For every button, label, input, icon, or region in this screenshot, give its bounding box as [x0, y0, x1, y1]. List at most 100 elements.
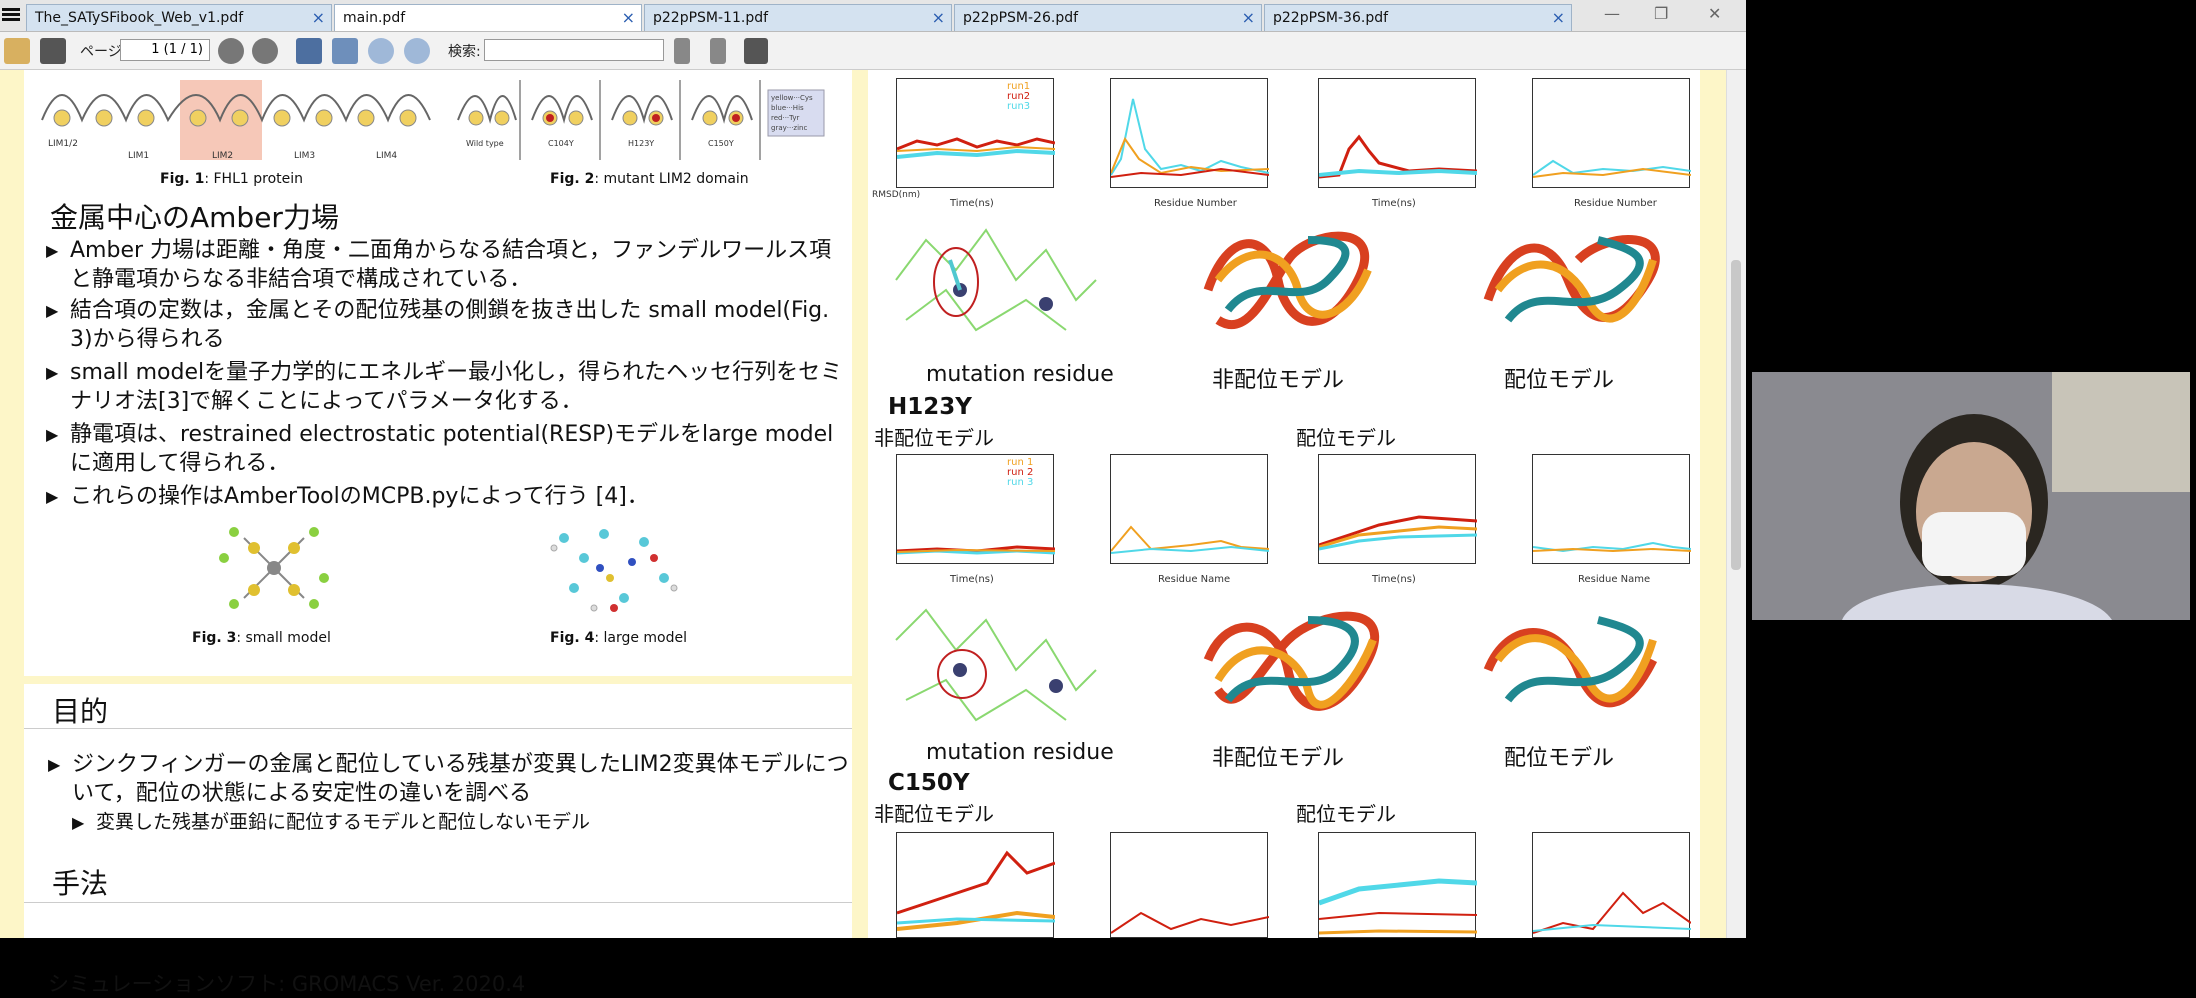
coord-model-structure	[1483, 616, 1658, 708]
residue-axis-label: Residue Number	[1574, 198, 1657, 209]
section-c150y: C150Y	[888, 770, 970, 796]
mutation-residue-structure	[895, 228, 1097, 332]
struct-label: mutation residue	[926, 362, 1114, 387]
left-panel-method: 手法 シミュレーションソフト: GROMACS Ver. 2020.4	[24, 842, 852, 996]
coord-heading: 配位モデル	[1296, 426, 1396, 450]
rmsf-plot	[1110, 78, 1270, 188]
fig2-image: Wild type C104Y H123Y C150Y yellow···Cys…	[457, 80, 825, 160]
rmsd-plot	[896, 832, 1056, 938]
section-title-method: 手法	[52, 867, 109, 900]
bullet-item: small modelを量子力学的にエネルギー最小化し，得られたヘッセ行列をセミ…	[46, 358, 848, 416]
fig1-label: LIM1	[128, 151, 149, 161]
legend-run3: run3	[1007, 101, 1031, 112]
bullet-item: ジンクフィンガーの金属と配位している残基が変異したLIM2変異体モデルについて，…	[48, 750, 852, 808]
fig2-caption: Fig. 2: mutant LIM2 domain	[550, 171, 749, 187]
text-options-icon[interactable]	[744, 38, 768, 64]
rmsd-plot	[1318, 78, 1478, 188]
tab-label: p22pPSM-26.pdf	[963, 10, 1079, 26]
close-window-button[interactable]: ✕	[1708, 4, 1721, 23]
print-icon[interactable]	[40, 38, 66, 64]
fig3-small-model-image	[219, 527, 329, 609]
bullet-item: これらの操作はAmberToolのMCPB.pyによって行う [4]．	[46, 482, 848, 511]
restore-button[interactable]: ❐	[1654, 4, 1668, 23]
tab-psm-11[interactable]: p22pPSM-11.pdf ×	[644, 4, 952, 31]
fig2-label: C104Y	[548, 139, 574, 148]
fig1-caption: Fig. 1: FHL1 protein	[160, 171, 303, 187]
close-icon[interactable]: ×	[1552, 8, 1565, 27]
close-icon[interactable]: ×	[1242, 8, 1255, 27]
bullet-item: 結合項の定数は，金属とその配位残基の側鎖を抜き出した small model(F…	[46, 296, 848, 354]
open-file-icon[interactable]	[4, 38, 30, 64]
page-number-input[interactable]: 1 (1 / 1)	[120, 39, 210, 61]
toolbar: ページ: 1 (1 / 1) 検索:	[0, 32, 1746, 70]
bullet-item: Amber 力場は距離・角度・二面角からなる結合項と，ファンデルワールス項と静電…	[46, 236, 848, 294]
search-input[interactable]	[484, 39, 664, 61]
fig1-label: LIM3	[294, 151, 315, 161]
rmsd-plot: run 1 run 2 run 3	[896, 454, 1056, 564]
document-view[interactable]: LIM1/2 LIM1 LIM2 LIM3 LIM4 Wild type C10…	[0, 70, 1726, 996]
fig2-label: Wild type	[466, 139, 504, 148]
close-icon[interactable]: ×	[622, 8, 635, 27]
bullet-item: 静電項は、restrained electrostatic potential(…	[46, 420, 848, 478]
search-prev-icon[interactable]	[674, 38, 690, 64]
fit-page-icon[interactable]	[296, 38, 322, 64]
rmsd-plot: run1 run2 run3	[896, 78, 1056, 188]
fig4-caption: Fig. 4: large model	[550, 630, 688, 646]
close-icon[interactable]: ×	[932, 8, 945, 27]
coord-model-structure	[1483, 235, 1660, 323]
right-panel-results: mutation residue 非配位モデル 配位モデル H123Y 非配位モ…	[868, 70, 1700, 938]
struct-label: 配位モデル	[1504, 368, 1615, 393]
time-axis-label: Time(ns)	[950, 198, 994, 209]
struct-label: 非配位モデル	[1212, 368, 1345, 393]
section-title-purpose: 目的	[52, 695, 109, 728]
noncoord-model-structure	[1203, 611, 1380, 711]
rmsd-plot	[1318, 454, 1478, 564]
zoom-out-icon[interactable]	[368, 38, 394, 64]
rmsf-plot	[1110, 454, 1270, 564]
rmsd-plot	[1318, 832, 1478, 938]
residue-axis-label: Residue Number	[1154, 198, 1237, 209]
minimize-button[interactable]: —	[1604, 4, 1620, 23]
struct-label: 非配位モデル	[1212, 746, 1345, 771]
section-h123y: H123Y	[888, 394, 972, 420]
rmsf-plot	[1110, 832, 1270, 938]
search-label: 検索:	[448, 44, 481, 60]
scrollbar-thumb[interactable]	[1731, 260, 1741, 570]
method-text: シミュレーションソフト: GROMACS Ver. 2020.4	[48, 972, 526, 996]
fig2-label: H123Y	[628, 139, 654, 148]
rmsf-plot	[1532, 78, 1692, 188]
tab-main[interactable]: main.pdf ×	[334, 4, 642, 31]
coord-heading: 配位モデル	[1296, 802, 1396, 826]
webcam-video-tile	[1752, 372, 2190, 620]
tab-psm-36[interactable]: p22pPSM-36.pdf ×	[1264, 4, 1572, 31]
fig2-label: C150Y	[708, 139, 734, 148]
time-axis-label: Time(ns)	[1372, 198, 1416, 209]
fig4-large-model-image	[550, 529, 678, 612]
menu-icon[interactable]	[2, 6, 20, 24]
tab-psm-26[interactable]: p22pPSM-26.pdf ×	[954, 4, 1262, 31]
close-icon[interactable]: ×	[312, 8, 325, 27]
fig2-legend-item: blue···His	[771, 104, 804, 112]
prev-page-icon[interactable]	[218, 38, 244, 64]
tab-label: p22pPSM-36.pdf	[1273, 10, 1389, 26]
struct-label: 配位モデル	[1504, 746, 1615, 771]
next-page-icon[interactable]	[252, 38, 278, 64]
tab-label: p22pPSM-11.pdf	[653, 10, 769, 26]
rmsd-axis-label: RMSD(nm)	[872, 190, 921, 200]
fit-width-icon[interactable]	[332, 38, 358, 64]
fig1-label: LIM1/2	[48, 139, 78, 149]
time-axis-label: Time(ns)	[950, 574, 994, 585]
vertical-scrollbar[interactable]	[1726, 70, 1746, 938]
fig1-image: LIM1/2 LIM1 LIM2 LIM3 LIM4	[41, 80, 431, 161]
noncoord-model-structure	[1203, 231, 1372, 330]
fig2-legend-item: yellow···Cys	[771, 94, 813, 102]
rmsf-plot	[1532, 832, 1692, 938]
tab-satysfibook[interactable]: The_SATySFibook_Web_v1.pdf ×	[26, 4, 332, 31]
zoom-in-icon[interactable]	[404, 38, 430, 64]
residue-axis-label: Residue Name	[1578, 574, 1651, 585]
noncoord-heading: 非配位モデル	[874, 802, 994, 826]
search-next-icon[interactable]	[710, 38, 726, 64]
rmsf-plot	[1532, 454, 1692, 564]
pdf-viewer-window: The_SATySFibook_Web_v1.pdf × main.pdf × p2…	[0, 0, 1746, 996]
left-panel-forcefield: LIM1/2 LIM1 LIM2 LIM3 LIM4 Wild type C10…	[24, 70, 852, 676]
